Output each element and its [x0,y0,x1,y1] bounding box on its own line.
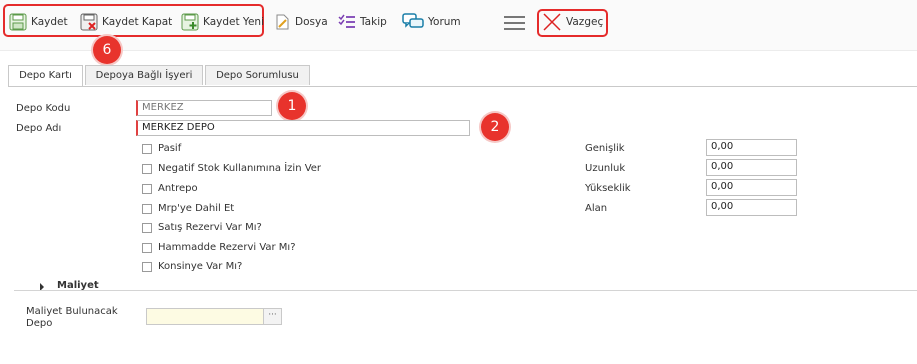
checkbox-box[interactable] [142,143,152,154]
save-close-icon [80,13,98,31]
checkbox-box[interactable] [142,203,152,214]
close-icon [543,13,561,31]
pasif-checkbox[interactable]: Pasif [142,143,181,154]
tab-depo-sorumlusu[interactable]: Depo Sorumlusu [205,65,310,85]
tab-divider [8,86,917,87]
save-button[interactable]: Kaydet [9,11,68,33]
cancel-label: Vazgeç [566,16,604,28]
depo-kodu-label: Depo Kodu [16,103,71,114]
genislik-label: Genişlik [585,143,625,154]
save-close-label: Kaydet Kapat [102,16,173,28]
satis-rezervi-checkbox[interactable]: Satış Rezervi Var Mı? [142,222,262,233]
save-new-icon [181,13,199,31]
uzunluk-label: Uzunluk [585,163,626,174]
checkbox-label: Negatif Stok Kullanımına İzin Ver [158,163,322,174]
follow-button[interactable]: Takip [338,11,387,33]
comment-label: Yorum [428,16,461,28]
maliyet-depo-label-line1: Maliyet Bulunacak [26,306,118,317]
depo-adi-label: Depo Adı [16,123,62,134]
uzunluk-field[interactable]: 0,00 [706,159,797,176]
save-new-button[interactable]: Kaydet Yeni [181,11,264,33]
save-new-label: Kaydet Yeni [203,16,264,28]
mrp-dahil-checkbox[interactable]: Mrp'ye Dahil Et [142,203,234,214]
annotation-badge-2: 2 [481,113,509,141]
tab-depoya-bagli-isyeri[interactable]: Depoya Bağlı İşyeri [85,65,203,85]
checkbox-label: Mrp'ye Dahil Et [158,203,235,214]
checkbox-box[interactable] [142,163,152,174]
alan-field[interactable]: 0,00 [706,199,797,216]
checkbox-label: Satış Rezervi Var Mı? [158,222,262,233]
follow-label: Takip [360,16,387,28]
lookup-ellipsis-button[interactable]: ··· [263,309,281,324]
chat-bubbles-icon [402,13,424,28]
checkbox-box[interactable] [142,242,152,253]
genislik-field[interactable]: 0,00 [706,139,797,156]
checkbox-box[interactable] [142,222,152,233]
checkbox-label: Pasif [158,143,182,154]
checklist-icon [338,14,355,28]
yukseklik-field[interactable]: 0,00 [706,179,797,196]
paperclip-file-icon [276,14,289,30]
checkbox-label: Hammadde Rezervi Var Mı? [158,242,296,253]
tab-depo-karti[interactable]: Depo Kartı [8,65,83,87]
save-label: Kaydet [31,16,68,28]
save-close-button[interactable]: Kaydet Kapat [80,11,172,33]
checkbox-box[interactable] [142,261,152,272]
annotation-badge-6: 6 [93,36,121,64]
annotation-badge-1: 1 [278,92,306,120]
comment-button[interactable]: Yorum [402,11,461,33]
hammadde-rezervi-checkbox[interactable]: Hammadde Rezervi Var Mı? [142,242,296,253]
toolbar: Kaydet Kaydet Kapat Kaydet Yeni Dosya Ta… [0,0,917,51]
section-divider [14,290,917,291]
cancel-button[interactable]: Vazgeç [542,11,603,33]
konsinye-checkbox[interactable]: Konsinye Var Mı? [142,261,242,272]
depo-adi-field[interactable]: MERKEZ DEPO [136,120,470,136]
menu-hamburger-icon[interactable] [504,16,525,30]
depo-kodu-field[interactable]: MERKEZ [136,100,272,116]
yukseklik-label: Yükseklik [585,183,631,194]
file-label: Dosya [295,16,328,28]
negatif-stok-checkbox[interactable]: Negatif Stok Kullanımına İzin Ver [142,163,321,174]
checkbox-box[interactable] [142,183,152,194]
maliyet-depo-label-line2: Depo [26,318,53,329]
alan-label: Alan [585,203,608,214]
file-button[interactable]: Dosya [273,11,328,33]
antrepo-checkbox[interactable]: Antrepo [142,183,198,194]
checkbox-label: Antrepo [158,183,198,194]
save-icon [9,13,27,31]
checkbox-label: Konsinye Var Mı? [158,261,243,272]
maliyet-depo-lookup-field[interactable]: ··· [146,308,282,325]
